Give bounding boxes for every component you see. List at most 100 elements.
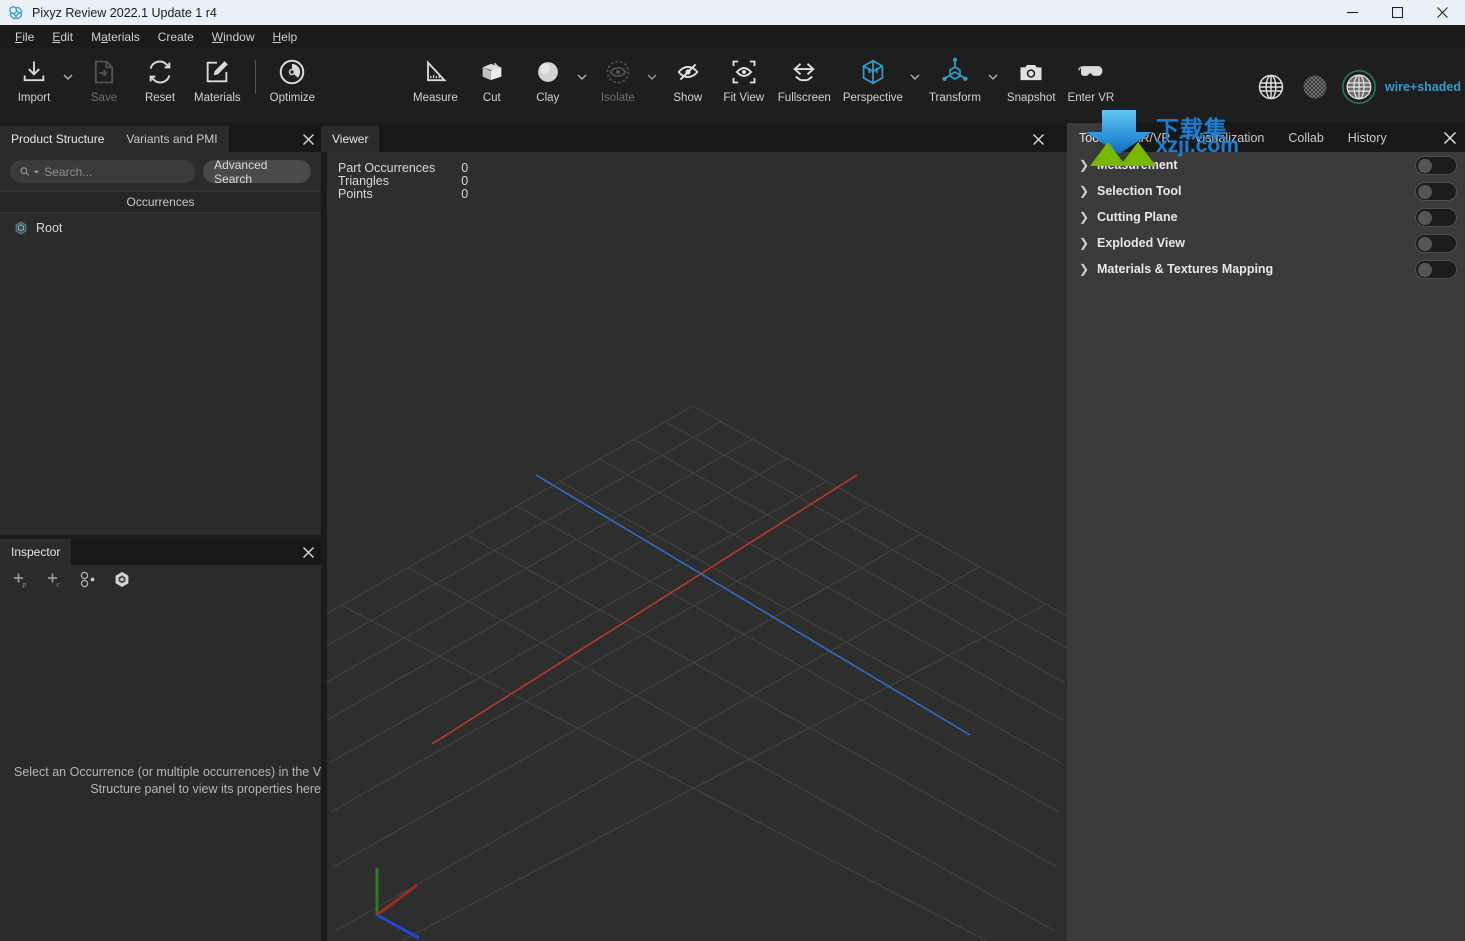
tab-visualization[interactable]: Visualization [1182,123,1277,152]
tool-toggle-selection-tool[interactable] [1415,182,1457,201]
tool-row-cutting-plane[interactable]: ❯ Cutting Plane [1067,204,1465,230]
toolbar-button-save[interactable]: Save [76,48,132,104]
toolbar-label-materials: Materials [194,92,241,104]
toolbar-button-show[interactable]: Show [660,48,716,104]
toolbar-button-fullscreen[interactable]: Fullscreen [772,48,837,104]
wireframe-globe-icon [1258,74,1284,100]
view-mode-wireframe-button[interactable] [1249,65,1293,109]
tab-inspector[interactable]: Inspector [0,539,72,565]
title-bar: Pixyz Review 2022.1 Update 1 r4 [0,0,1465,25]
viewer-tabstrip: Viewer [321,126,1067,152]
tool-row-materials-textures-mapping[interactable]: ❯ Materials & Textures Mapping [1067,256,1465,282]
chevron-right-icon[interactable]: ❯ [1079,210,1097,224]
tool-row-measurement[interactable]: ❯ Measurement [1067,152,1465,178]
close-button[interactable] [1420,0,1465,25]
occurrences-column-header: Occurrences [0,191,321,213]
menu-item-help[interactable]: Help [263,27,306,47]
tool-toggle-materials-textures-mapping[interactable] [1415,260,1457,279]
tab-history[interactable]: History [1335,123,1399,152]
add-custom-icon[interactable]: c [44,570,64,590]
inspector-tabstrip: Inspector [0,539,321,565]
tab-ar-vr[interactable]: AR/VR [1120,123,1183,152]
import-icon [20,54,48,90]
toolbar-button-import[interactable]: Import [6,48,62,104]
tab-tools[interactable]: Tools [1067,123,1121,152]
tool-label-materials-textures-mapping: Materials & Textures Mapping [1097,262,1274,276]
menu-item-materials[interactable]: Materials [82,27,149,47]
toolbar-button-enter-vr[interactable]: Enter VR [1062,48,1121,104]
toolbar-button-perspective[interactable]: Perspective [837,48,909,104]
isolate-dropdown-button[interactable] [646,48,660,106]
window-controls [1330,0,1465,25]
tab-variants-and-pmi[interactable]: Variants and PMI [115,126,229,152]
maximize-button[interactable] [1375,0,1420,25]
tool-toggle-measurement[interactable] [1415,156,1457,175]
add-property-icon[interactable]: p [10,570,30,590]
inspector-close-button[interactable] [295,539,321,565]
toolbar-button-materials[interactable]: Materials [188,48,247,104]
left-dock-tabstrip: Product Structure Variants and PMI [0,126,321,152]
tree-item-label-root: Root [36,221,63,235]
menu-item-edit[interactable]: Edit [43,27,82,47]
view-mode-shaded-button[interactable] [1293,65,1337,109]
tool-label-selection-tool: Selection Tool [1097,184,1182,198]
tab-collab[interactable]: Collab [1276,123,1336,152]
tool-row-exploded-view[interactable]: ❯ Exploded View [1067,230,1465,256]
chevron-down-icon [577,74,587,80]
toolbar-button-fit-view[interactable]: Fit View [716,48,772,104]
tab-viewer[interactable]: Viewer [321,126,380,152]
axis-gizmo[interactable] [357,855,447,941]
chevron-right-icon[interactable]: ❯ [1079,262,1097,276]
tool-label-measurement: Measurement [1097,158,1178,172]
right-dock-close-button[interactable] [1435,123,1465,152]
search-input[interactable] [44,164,186,179]
toolbar-button-snapshot[interactable]: Snapshot [1001,48,1062,104]
transform-dropdown-button[interactable] [987,48,1001,106]
chevron-right-icon[interactable]: ❯ [1079,158,1097,172]
maximize-icon [1392,7,1403,18]
menu-item-create[interactable]: Create [149,27,203,47]
toolbar-button-isolate[interactable]: Isolate [590,48,646,104]
left-dock: Product Structure Variants and PMI Advan… [0,126,321,941]
toolbar-button-measure[interactable]: Measure [407,48,464,104]
left-dock-close-button[interactable] [295,126,321,152]
right-dock-tabstrip: Tools AR/VR Visualization Collab History [1067,123,1465,152]
search-box[interactable] [10,160,196,183]
caret-down-icon[interactable] [33,168,40,176]
import-dropdown-button[interactable] [62,48,76,106]
isolate-icon [604,54,632,90]
menu-bar: File Edit Materials Create Window Help [0,25,1465,48]
chevron-down-icon [647,74,657,80]
menu-item-window[interactable]: Window [203,27,264,47]
mesh-icon[interactable] [112,570,132,590]
clay-dropdown-button[interactable] [576,48,590,106]
tool-toggle-exploded-view[interactable] [1415,234,1457,253]
chevron-right-icon[interactable]: ❯ [1079,236,1097,250]
menu-item-file[interactable]: File [6,27,43,47]
enter-vr-icon [1076,54,1106,90]
view-mode-wire-shaded-button[interactable] [1337,65,1381,109]
advanced-search-button[interactable]: Advanced Search [203,157,311,186]
minimize-button[interactable] [1330,0,1375,25]
tree-item-root[interactable]: Root [0,217,321,239]
toolbar-label-transform: Transform [928,92,981,104]
tab-product-structure[interactable]: Product Structure [0,126,116,152]
node-graph-icon[interactable] [78,570,98,590]
tab-label-inspector: Inspector [11,545,61,559]
inspector-action-bar: p c [0,565,321,595]
perspective-dropdown-button[interactable] [909,48,923,106]
tab-label-visualization: Visualization [1194,130,1265,145]
grid-x-axis [431,474,858,745]
toolbar-button-clay[interactable]: Clay [520,48,576,104]
toolbar-label-cut: Cut [482,92,501,104]
advanced-search-label: Advanced Search [214,157,268,186]
tool-row-selection-tool[interactable]: ❯ Selection Tool [1067,178,1465,204]
toolbar-button-reset[interactable]: Reset [132,48,188,104]
toolbar-button-cut[interactable]: Cut [464,48,520,104]
3d-viewport[interactable]: Part Occurrences 0 Triangles 0 Points 0 [327,152,1067,941]
tool-toggle-cutting-plane[interactable] [1415,208,1457,227]
viewer-close-button[interactable] [1025,126,1051,152]
toolbar-button-optimize[interactable]: Optimize [264,48,321,104]
toolbar-button-transform[interactable]: Transform [923,48,987,104]
chevron-right-icon[interactable]: ❯ [1079,184,1097,198]
